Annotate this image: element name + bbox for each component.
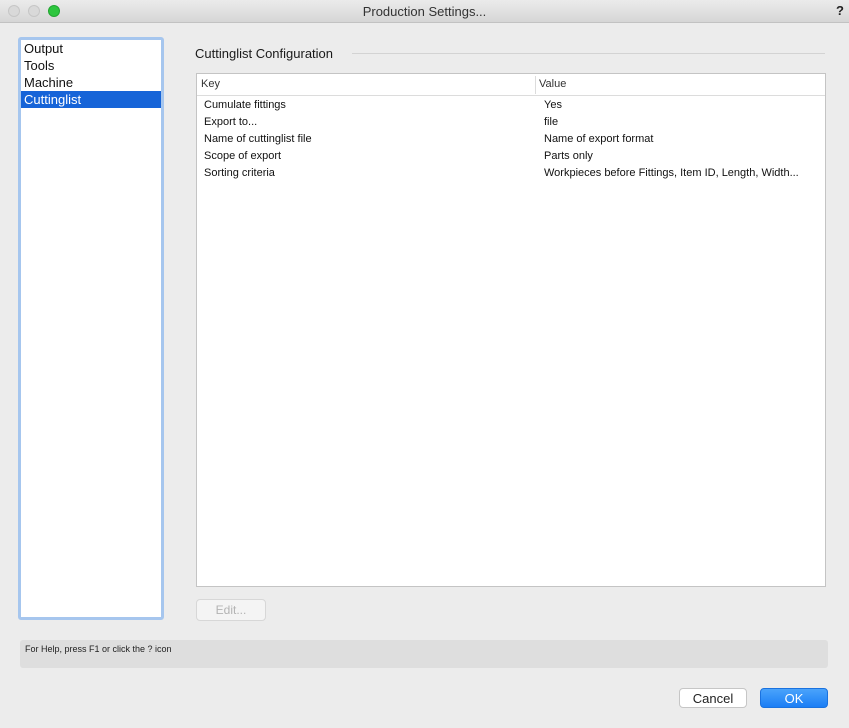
table-row[interactable]: Export to... file — [197, 114, 825, 131]
row-value: Workpieces before Fittings, Item ID, Len… — [544, 167, 799, 179]
column-header-value[interactable]: Value — [539, 78, 566, 90]
table-row[interactable]: Name of cuttinglist file Name of export … — [197, 131, 825, 148]
help-status-text: For Help, press F1 or click the ? icon — [25, 644, 172, 654]
row-key: Scope of export — [204, 150, 282, 162]
settings-category-list[interactable]: Output Tools Machine Cuttinglist — [18, 37, 164, 620]
nav-item-machine[interactable]: Machine — [21, 74, 161, 91]
settings-table[interactable]: Key Value Cumulate fittings Yes Export t… — [196, 73, 826, 587]
row-key: Export to... — [204, 116, 258, 128]
help-icon[interactable]: ? — [836, 3, 844, 18]
ok-button[interactable]: OK — [760, 688, 828, 708]
row-key: Name of cuttinglist file — [204, 133, 312, 145]
help-status-bar: For Help, press F1 or click the ? icon — [20, 640, 828, 668]
table-row[interactable]: Sorting criteria Workpieces before Fitti… — [197, 165, 825, 182]
nav-item-output[interactable]: Output — [21, 40, 161, 57]
column-header-key[interactable]: Key — [201, 78, 220, 90]
row-value: file — [544, 116, 559, 128]
row-value: Yes — [544, 99, 562, 111]
cancel-button[interactable]: Cancel — [679, 688, 747, 708]
edit-button[interactable]: Edit... — [196, 599, 266, 621]
table-row[interactable]: Cumulate fittings Yes — [197, 97, 825, 114]
section-divider — [352, 53, 825, 54]
row-value: Parts only — [544, 150, 593, 162]
window-title: Production Settings... — [362, 4, 487, 19]
row-key: Cumulate fittings — [204, 99, 286, 111]
nav-item-tools[interactable]: Tools — [21, 57, 161, 74]
row-value: Name of export format — [544, 133, 654, 145]
column-separator[interactable] — [535, 76, 536, 94]
table-row[interactable]: Scope of export Parts only — [197, 148, 825, 165]
row-key: Sorting criteria — [204, 167, 275, 179]
nav-item-cuttinglist[interactable]: Cuttinglist — [21, 91, 161, 108]
table-header: Key Value — [197, 74, 825, 96]
title-bar: Production Settings... ? — [0, 0, 849, 23]
section-title: Cuttinglist Configuration — [195, 46, 334, 61]
